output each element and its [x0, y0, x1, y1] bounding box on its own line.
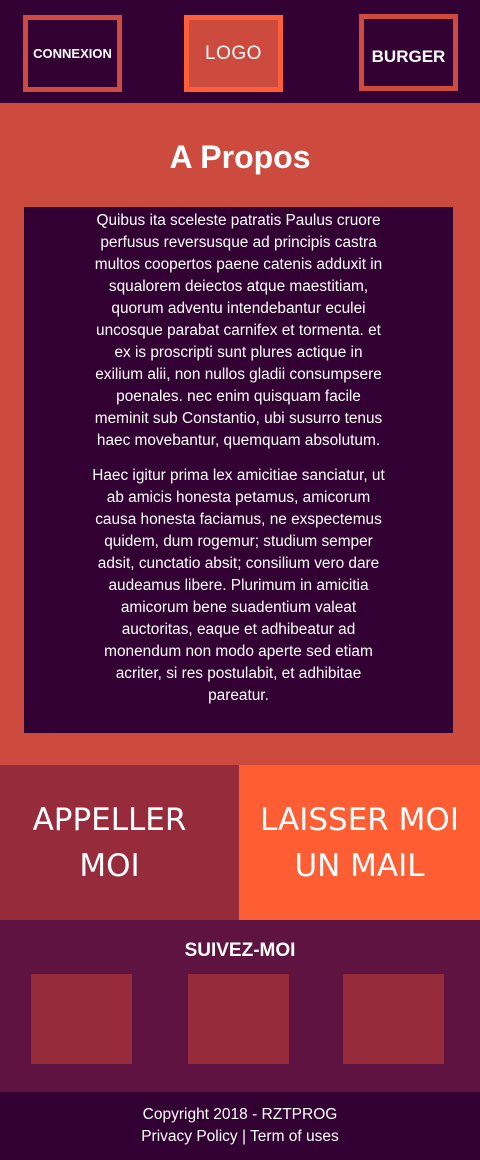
footer-separator: | — [237, 1128, 251, 1145]
social-link-1[interactable] — [31, 974, 132, 1064]
about-paragraph-1: Quibus ita sceleste patratis Paulus cruo… — [94, 212, 383, 449]
copyright-text: Copyright 2018 - RZTPROG — [142, 1106, 338, 1123]
mail-me-button[interactable]: LAISSER MOI UN MAIL — [239, 765, 480, 920]
logo[interactable]: LOGO — [184, 15, 283, 92]
about-text-box: Quibus ita sceleste patratis Paulus cruo… — [24, 207, 453, 733]
contact-actions: APPELLER MOI LAISSER MOI UN MAIL — [0, 765, 480, 920]
about-section: A Propos Quibus ita sceleste patratis Pa… — [0, 103, 480, 765]
about-paragraph-2: Haec igitur prima lex amicitiae sanciatu… — [92, 467, 385, 704]
social-link-2[interactable] — [188, 974, 289, 1064]
burger-menu-button[interactable]: BURGER — [359, 14, 458, 91]
call-me-button[interactable]: APPELLER MOI — [0, 765, 239, 920]
terms-of-use-link[interactable]: Term of uses — [250, 1128, 339, 1145]
connexion-button[interactable]: CONNEXION — [23, 15, 122, 92]
social-link-3[interactable] — [343, 974, 444, 1064]
privacy-policy-link[interactable]: Privacy Policy — [141, 1128, 237, 1145]
about-title: A Propos — [169, 139, 311, 175]
social-title: SUIVEZ-MOI — [184, 940, 296, 961]
social-section: SUIVEZ-MOI — [0, 920, 480, 1092]
footer: Copyright 2018 - RZTPROG Privacy Policy … — [0, 1092, 480, 1160]
footer-links: Privacy Policy | Term of uses — [0, 1126, 480, 1148]
header: CONNEXION LOGO BURGER — [0, 0, 480, 103]
